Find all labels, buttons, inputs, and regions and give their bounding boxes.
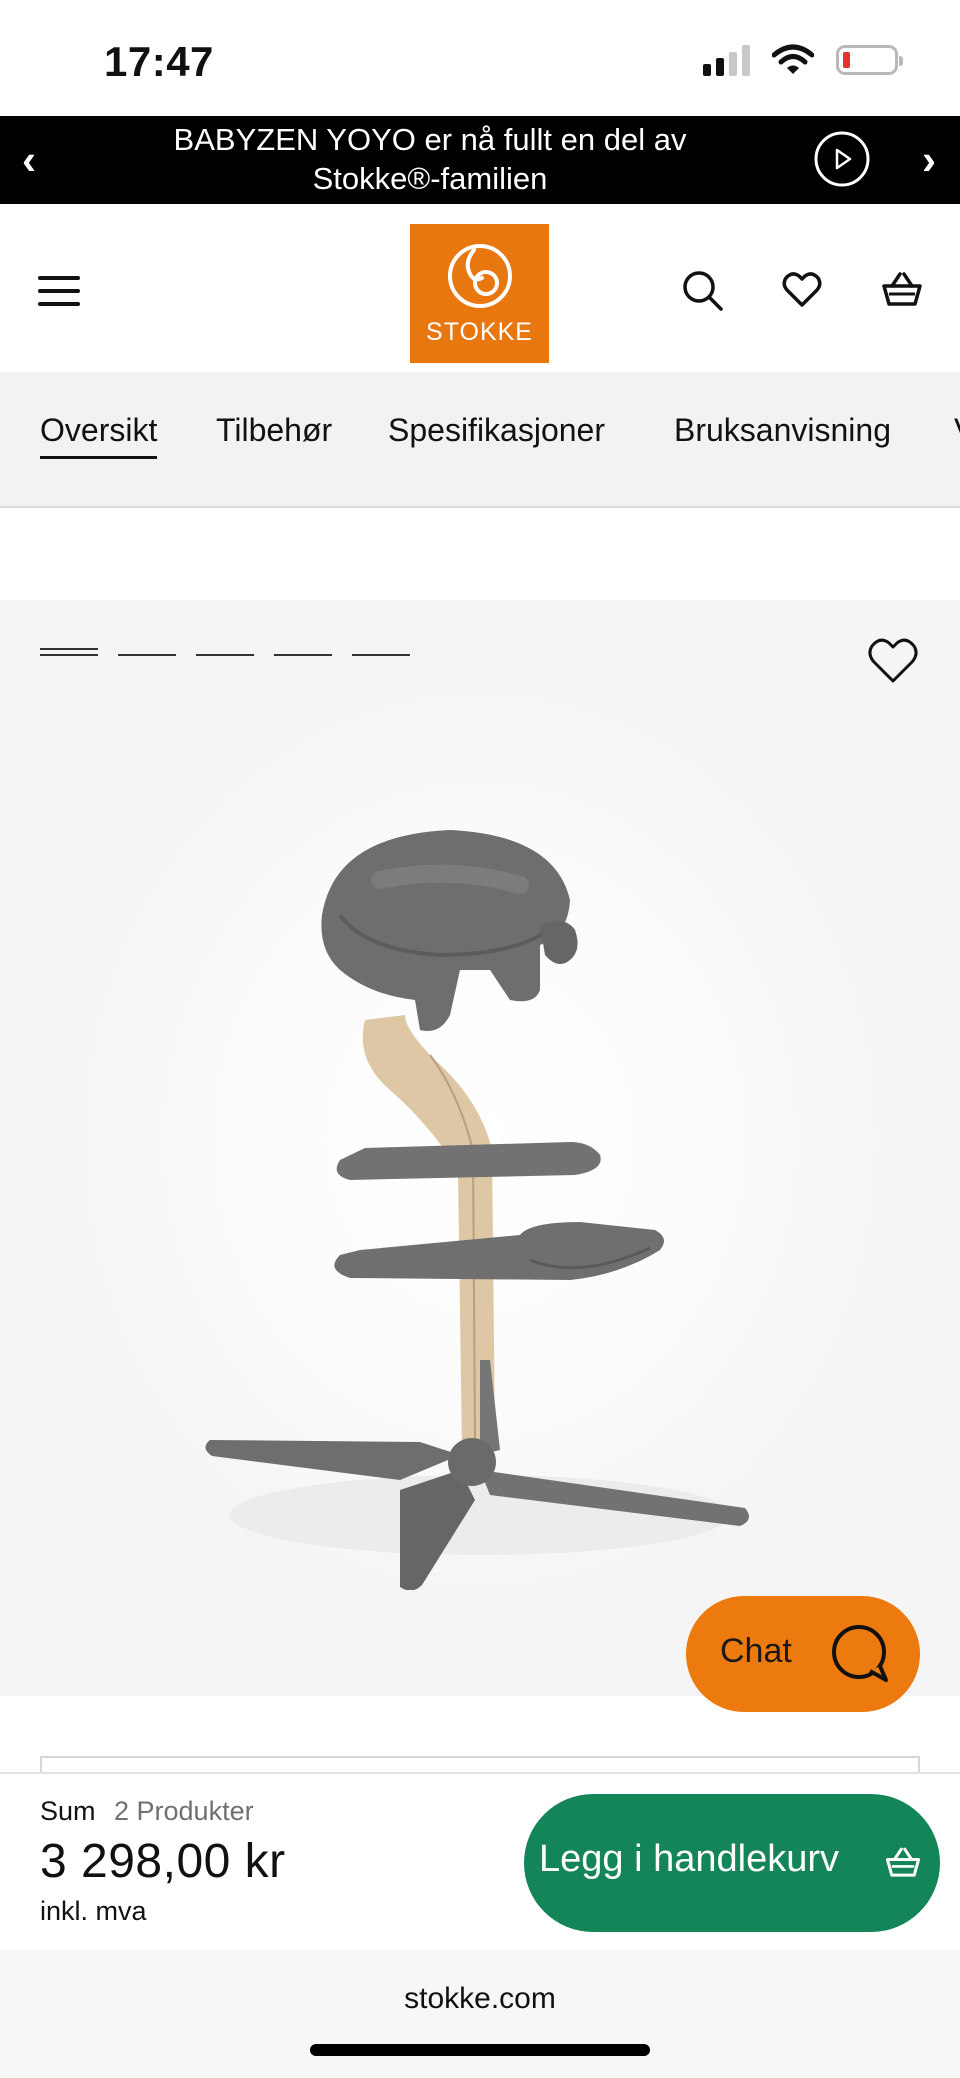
tab-oversikt[interactable]: Oversikt [40, 412, 158, 459]
logo-text: STOKKE [426, 318, 533, 346]
banner-text[interactable]: BABYZEN YOYO er nå fullt en del av Stokk… [110, 120, 750, 198]
gallery-dot[interactable] [274, 648, 332, 660]
vat-note: inkl. mva [40, 1896, 147, 1926]
tab-tilbehor[interactable]: Tilbehør [216, 412, 332, 449]
gallery-dot[interactable] [352, 648, 410, 660]
url-text[interactable]: stokke.com [0, 1982, 960, 2016]
product-tabs: Oversikt Tilbehør Spesifikasjoner Bruksa… [0, 372, 960, 508]
gallery-dot[interactable] [40, 648, 98, 660]
product-gallery[interactable] [0, 600, 960, 1696]
products-count: 2 Produkter [114, 1796, 254, 1826]
battery-level [843, 52, 850, 68]
chat-label: Chat [720, 1632, 792, 1670]
status-time: 17:47 [104, 38, 214, 85]
menu-icon[interactable] [38, 276, 80, 306]
add-to-cart-button[interactable]: Legg i handlekurv [524, 1794, 940, 1932]
home-indicator[interactable] [310, 2044, 650, 2056]
chat-bubble-icon [832, 1625, 888, 1682]
banner-next-button[interactable]: › [922, 116, 936, 204]
gallery-dot[interactable] [118, 648, 176, 660]
gallery-dot[interactable] [196, 648, 254, 660]
stokke-symbol-icon [448, 244, 512, 308]
gallery-pagination [40, 648, 410, 660]
site-header: STOKKE [0, 204, 960, 372]
status-icons [703, 44, 903, 76]
add-to-cart-label: Legg i handlekurv [539, 1838, 839, 1880]
browser-address-bar: stokke.com [0, 1950, 960, 2078]
basket-icon [885, 1847, 921, 1877]
tab-spesifikasjoner[interactable]: Spesifikasjoner [388, 412, 605, 449]
battery-icon [836, 45, 903, 75]
heart-icon[interactable] [780, 268, 824, 312]
wishlist-heart-icon[interactable] [866, 636, 920, 686]
tab-bruksanvisning[interactable]: Bruksanvisning [674, 412, 891, 449]
play-circle-icon[interactable] [813, 129, 871, 189]
signal-icon [703, 44, 750, 76]
status-bar: 17:47 [0, 0, 960, 116]
tab-next-partial[interactable]: V [954, 412, 960, 449]
page: 17:47 ‹ BABYZEN YOYO er nå fullt en del … [0, 0, 960, 2078]
wifi-icon [772, 44, 814, 74]
banner-prev-button[interactable]: ‹ [22, 116, 36, 204]
chevron-left-icon: ‹ [22, 136, 36, 183]
sum-label: Sum [40, 1796, 96, 1826]
announcement-banner: ‹ BABYZEN YOYO er nå fullt en del av Sto… [0, 116, 960, 204]
chat-button[interactable]: Chat [686, 1596, 920, 1712]
add-to-cart-bar: Sum 2 Produkter 3 298,00 kr inkl. mva Le… [0, 1772, 960, 1950]
search-icon[interactable] [680, 268, 726, 314]
total-price: 3 298,00 kr [40, 1835, 286, 1888]
stokke-logo[interactable]: STOKKE [410, 224, 549, 363]
chevron-right-icon: › [922, 136, 936, 183]
basket-icon[interactable] [880, 268, 924, 312]
high-chair-image [205, 830, 749, 1590]
